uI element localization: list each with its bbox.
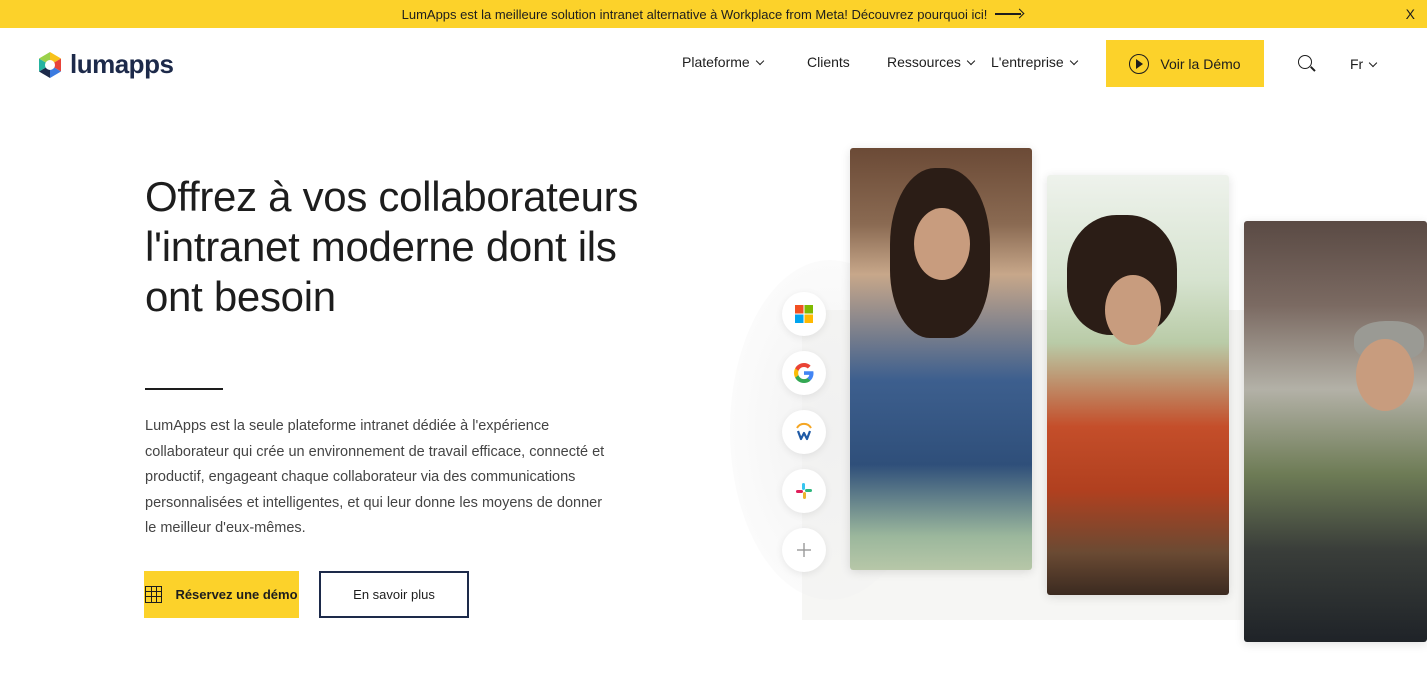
announcement-banner[interactable]: LumApps est la meilleure solution intran…: [0, 0, 1427, 28]
photo-man-with-laptop: [1244, 221, 1427, 642]
book-demo-label: Réservez une démo: [175, 587, 298, 602]
play-icon: [1129, 53, 1150, 74]
nav-item-label: Clients: [807, 54, 850, 70]
plus-icon[interactable]: [782, 528, 826, 572]
logo[interactable]: lumapps: [36, 49, 174, 80]
nav-item-clients[interactable]: Clients: [807, 54, 850, 70]
chevron-down-icon: [1069, 56, 1078, 65]
photo-woman-at-desk: [1047, 175, 1229, 595]
search-icon[interactable]: [1298, 55, 1316, 73]
watch-demo-button[interactable]: Voir la Démo: [1106, 40, 1264, 87]
site-header: lumapps Plateforme Clients Ressources L'…: [0, 28, 1427, 98]
nav-item-plateforme[interactable]: Plateforme: [682, 54, 764, 70]
workday-icon: [782, 410, 826, 454]
google-icon: [782, 351, 826, 395]
lumapps-logo-icon: [39, 51, 61, 78]
hero-title: Offrez à vos collaborateurs l'intranet m…: [145, 173, 639, 320]
chevron-down-icon: [755, 56, 764, 65]
chevron-down-icon: [966, 56, 976, 65]
photo-woman-with-phone: [850, 148, 1032, 570]
nav-item-label: Plateforme: [682, 54, 750, 70]
close-banner-button[interactable]: X: [1406, 6, 1415, 22]
language-selector[interactable]: Fr: [1350, 56, 1378, 72]
microsoft-icon: [782, 292, 826, 336]
nav-item-entreprise[interactable]: L'entreprise: [991, 54, 1078, 70]
arrow-right-icon[interactable]: [995, 9, 1025, 19]
nav-item-label: L'entreprise: [991, 54, 1064, 70]
hero-description: LumApps est la seule plateforme intranet…: [145, 418, 605, 536]
banner-text[interactable]: LumApps est la meilleure solution intran…: [402, 7, 988, 22]
chevron-down-icon: [1368, 58, 1378, 67]
slack-icon: [782, 469, 826, 513]
learn-more-button[interactable]: En savoir plus: [319, 571, 469, 618]
nav-item-ressources[interactable]: Ressources: [887, 54, 976, 70]
calendar-icon: [145, 586, 163, 603]
learn-more-label: En savoir plus: [353, 587, 435, 602]
language-label: Fr: [1350, 56, 1364, 72]
title-divider: [145, 388, 223, 390]
logo-text: lumapps: [70, 49, 174, 79]
nav-item-label: Ressources: [887, 54, 961, 70]
watch-demo-label: Voir la Démo: [1160, 55, 1241, 72]
book-demo-button[interactable]: Réservez une démo: [144, 571, 299, 618]
